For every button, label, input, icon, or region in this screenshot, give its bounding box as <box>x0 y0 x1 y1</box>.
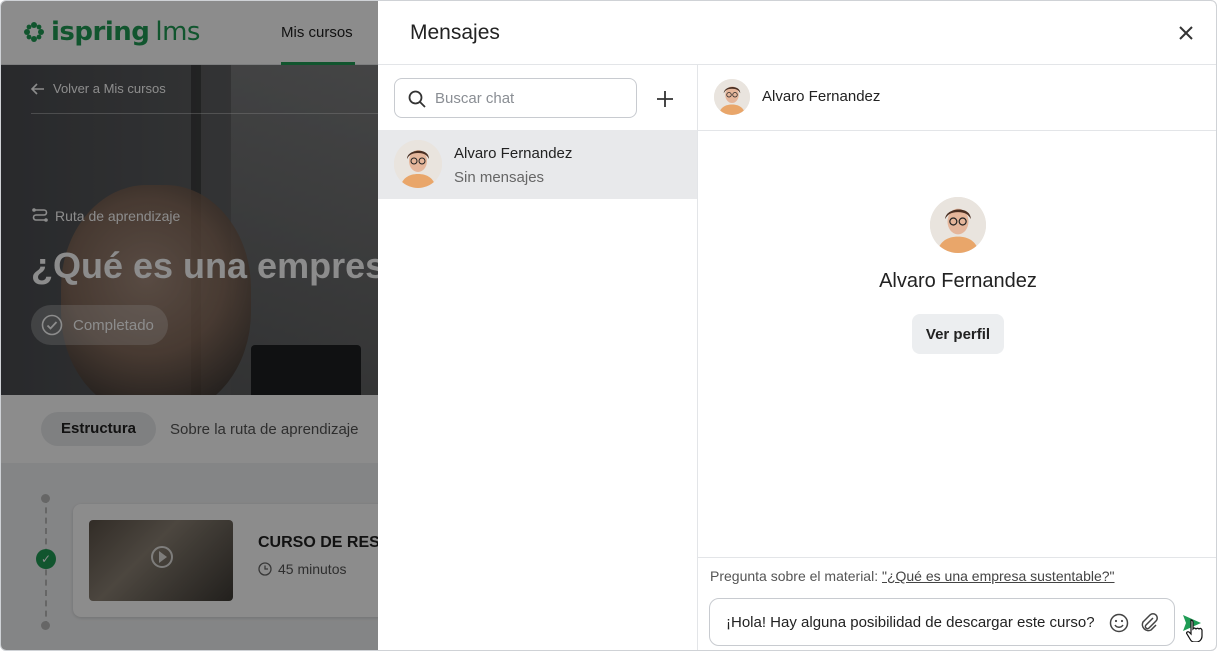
conversation-header: Alvaro Fernandez <box>698 65 1216 131</box>
search-icon <box>408 90 426 108</box>
material-reference: Pregunta sobre el material: "¿Qué es una… <box>710 568 1115 584</box>
profile-name: Alvaro Fernandez <box>879 270 1037 292</box>
message-composer: Pregunta sobre el material: "¿Qué es una… <box>698 557 1216 650</box>
search-input[interactable] <box>435 79 630 117</box>
search-field[interactable] <box>394 78 637 118</box>
user-avatar-image <box>930 197 986 253</box>
chat-list-item[interactable]: Alvaro Fernandez Sin mensajes <box>378 130 697 199</box>
app-window: ispring lms Mis cursos Volver a Mis curs… <box>0 0 1217 651</box>
chat-preview: Sin mensajes <box>454 169 545 186</box>
conversation-contact-name: Alvaro Fernandez <box>762 88 881 105</box>
user-avatar-image <box>394 140 442 188</box>
close-icon[interactable] <box>1174 21 1198 45</box>
material-reference-link[interactable]: "¿Qué es una empresa sustentable?" <box>882 568 1115 584</box>
material-reference-label: Pregunta sobre el material: <box>710 568 879 584</box>
message-input-text[interactable]: ¡Hola! Hay alguna posibilidad de descarg… <box>726 614 1095 631</box>
messages-header: Mensajes <box>378 1 1216 65</box>
messages-title: Mensajes <box>410 21 500 44</box>
chat-list: Alvaro Fernandez Sin mensajes <box>378 65 698 650</box>
chat-contact-name: Alvaro Fernandez <box>454 145 573 162</box>
avatar <box>394 140 442 188</box>
new-chat-plus-icon[interactable] <box>653 87 677 111</box>
user-avatar-image <box>714 79 750 115</box>
emoji-icon[interactable] <box>1108 612 1130 634</box>
messages-panel: Mensajes Buscar chat Alvaro Fernandez Si… <box>378 1 1216 650</box>
view-profile-button[interactable]: Ver perfil <box>912 314 1004 354</box>
avatar[interactable] <box>714 79 750 115</box>
hand-cursor-icon <box>1186 619 1203 642</box>
paperclip-icon[interactable] <box>1138 612 1160 634</box>
profile-avatar <box>930 197 986 253</box>
conversation-pane: Alvaro Fernandez Alvaro Fernandez Ver pe… <box>698 65 1216 650</box>
message-input[interactable]: ¡Hola! Hay alguna posibilidad de descarg… <box>709 598 1175 646</box>
